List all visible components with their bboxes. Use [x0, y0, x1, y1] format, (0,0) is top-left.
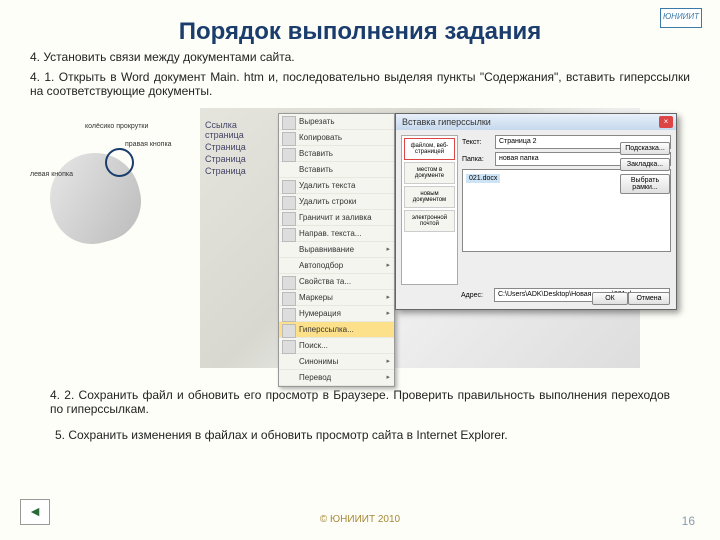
ctx-del-text[interactable]: Удалить текста	[279, 178, 394, 194]
ctx-autofit[interactable]: Автоподбор▸	[279, 258, 394, 274]
help-button[interactable]: Подсказка...	[620, 142, 670, 155]
ctx-translate[interactable]: Перевод▸	[279, 370, 394, 386]
section-4-2: 4. 2. Сохранить файл и обновить его прос…	[50, 388, 670, 416]
cancel-button[interactable]: Отмена	[628, 292, 670, 305]
page-number: 16	[682, 514, 695, 528]
ctx-paste[interactable]: Вставить	[279, 146, 394, 162]
section-4-1: 4. 1. Открыть в Word документ Main. htm …	[30, 70, 690, 98]
footer-copyright: © ЮНИИИТ 2010	[0, 514, 720, 525]
dialog-title: Вставка гиперссылки×	[396, 114, 676, 130]
ctx-del-rows[interactable]: Удалить строки	[279, 194, 394, 210]
illustration-area: левая кнопка колёсико прокрутки правая к…	[30, 108, 690, 378]
ok-button[interactable]: ОК	[592, 292, 628, 305]
dialog-link-types: файлом, веб-страницей местом в документе…	[401, 135, 458, 285]
ctx-align[interactable]: Выравнивание▸	[279, 242, 394, 258]
mouse-label-right: правая кнопка	[125, 141, 172, 148]
folder-label: Папка:	[462, 156, 492, 163]
text-label: Текст:	[462, 139, 492, 146]
word-content-list: Ссылка страницаСтраницаСтраницаСтраница	[205, 118, 275, 178]
ctx-bullets[interactable]: Маркеры▸	[279, 290, 394, 306]
logo: ЮНИИИТ	[660, 8, 702, 28]
ctx-cut[interactable]: Вырезать	[279, 114, 394, 130]
section-5: 5. Сохранить изменения в файлах и обнови…	[55, 428, 665, 442]
address-label: Адрес:	[461, 292, 491, 299]
ctx-numbering[interactable]: Нумерация▸	[279, 306, 394, 322]
ctx-props[interactable]: Свойства та...	[279, 274, 394, 290]
mouse-label-wheel: колёсико прокрутки	[85, 123, 148, 130]
ctx-synonyms[interactable]: Синонимы▸	[279, 354, 394, 370]
ctx-textdir[interactable]: Направ. текста...	[279, 226, 394, 242]
hyperlink-dialog: Вставка гиперссылки× файлом, веб-страниц…	[395, 113, 677, 310]
mouse-diagram: левая кнопка колёсико прокрутки правая к…	[30, 123, 190, 253]
ctx-paste2[interactable]: Вставить	[279, 162, 394, 178]
page-title: Порядок выполнения задания	[30, 18, 690, 46]
close-icon[interactable]: ×	[659, 116, 673, 128]
bookmark-button[interactable]: Закладка...	[620, 158, 670, 171]
context-menu: Вырезать Копировать Вставить Вставить Уд…	[278, 113, 395, 387]
link-type-email[interactable]: электронной почтой	[404, 210, 455, 232]
link-type-place[interactable]: местом в документе	[404, 162, 455, 184]
frames-button[interactable]: Выбрать рамки...	[620, 174, 670, 194]
link-type-newdoc[interactable]: новым документом	[404, 186, 455, 208]
ctx-copy[interactable]: Копировать	[279, 130, 394, 146]
ctx-borders[interactable]: Граничит и заливка	[279, 210, 394, 226]
section-4: 4. Установить связи между документами са…	[30, 50, 690, 64]
ctx-search[interactable]: Поиск...	[279, 338, 394, 354]
link-type-file[interactable]: файлом, веб-страницей	[404, 138, 455, 160]
file-item: 021.docx	[466, 174, 500, 183]
mouse-label-left: левая кнопка	[30, 171, 73, 178]
ctx-hyperlink[interactable]: Гиперссылка...	[279, 322, 394, 338]
